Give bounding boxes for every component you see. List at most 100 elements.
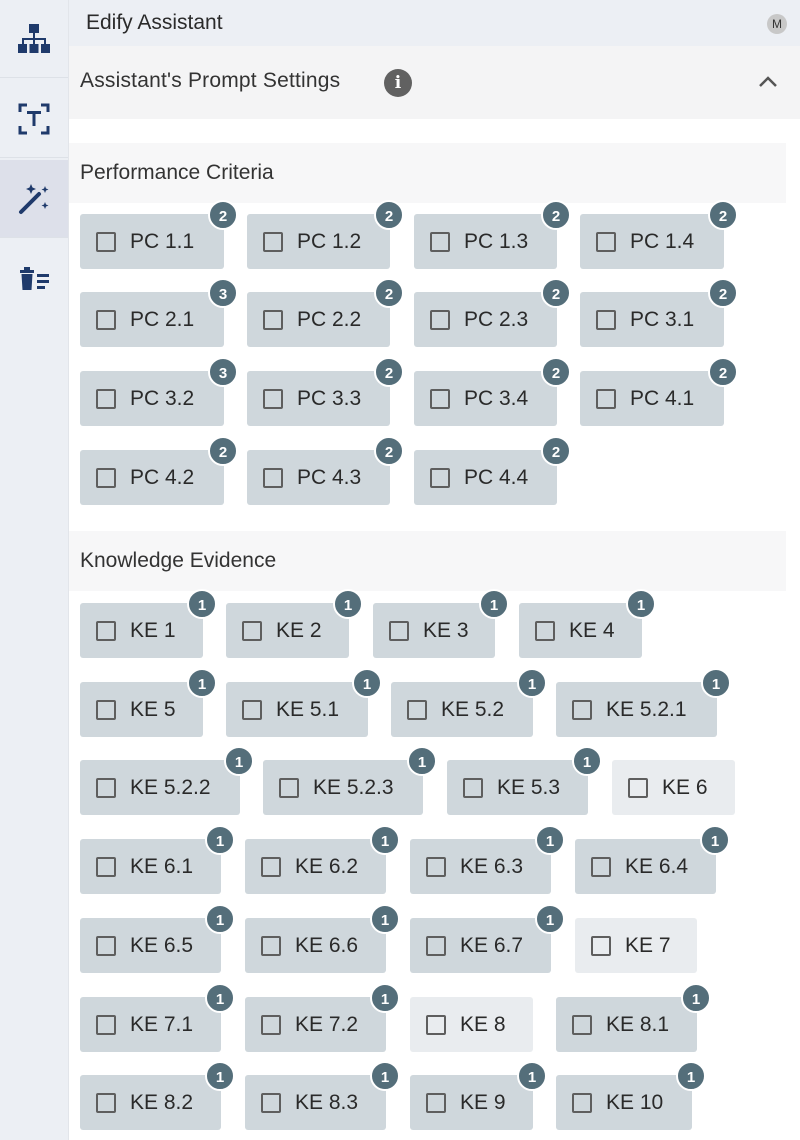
checkbox[interactable]: [591, 856, 611, 877]
pc-chip[interactable]: PC 3.3 2: [247, 357, 404, 426]
checkbox[interactable]: [407, 699, 427, 720]
ke-chip[interactable]: KE 5.2.3 1: [263, 746, 437, 815]
checkbox[interactable]: [572, 699, 592, 720]
checkbox[interactable]: [96, 699, 116, 720]
checkbox[interactable]: [242, 699, 262, 720]
checkbox[interactable]: [572, 1092, 592, 1113]
ke-chip[interactable]: KE 6.1 1: [80, 825, 235, 894]
checkbox[interactable]: [96, 1092, 116, 1113]
checkbox[interactable]: [596, 309, 616, 330]
pc-chip[interactable]: PC 1.4 2: [580, 200, 738, 269]
app-window: Edify Assistant M Assistant's Prompt Set…: [0, 0, 800, 1140]
ke-chip[interactable]: KE 5.2.1 1: [556, 668, 731, 737]
checkbox[interactable]: [96, 777, 116, 798]
pc-chip[interactable]: PC 3.2 3: [80, 357, 238, 426]
ke-chip[interactable]: KE 7.1 1: [80, 983, 235, 1052]
ke-chip[interactable]: KE 8.3 1: [245, 1061, 400, 1130]
rail-item-text[interactable]: [0, 80, 68, 158]
checkbox[interactable]: [263, 467, 283, 488]
ke-chip[interactable]: KE 1 1: [80, 589, 217, 658]
checkbox[interactable]: [261, 1092, 281, 1113]
checkbox[interactable]: [263, 309, 283, 330]
checkbox[interactable]: [389, 620, 409, 641]
avatar[interactable]: M: [767, 14, 787, 34]
ke-chip[interactable]: KE 6: [612, 760, 735, 815]
checkbox[interactable]: [261, 935, 281, 956]
count-badge: 1: [681, 983, 711, 1013]
rail-item-assistant[interactable]: [0, 160, 68, 238]
checkbox[interactable]: [263, 388, 283, 409]
checkbox[interactable]: [430, 388, 450, 409]
ke-chip-label: KE 2: [276, 618, 322, 642]
checkbox[interactable]: [96, 620, 116, 641]
info-icon[interactable]: i: [384, 69, 412, 97]
pc-chip[interactable]: PC 1.3 2: [414, 200, 571, 269]
ke-chip[interactable]: KE 2 1: [226, 589, 363, 658]
ke-chip[interactable]: KE 8.1 1: [556, 983, 711, 1052]
pc-chip[interactable]: PC 4.2 2: [80, 436, 238, 505]
checkbox[interactable]: [572, 1014, 592, 1035]
pc-chip[interactable]: PC 3.1 2: [580, 278, 738, 347]
checkbox[interactable]: [261, 1014, 281, 1035]
pc-chip[interactable]: PC 4.1 2: [580, 357, 738, 426]
checkbox[interactable]: [596, 231, 616, 252]
checkbox[interactable]: [426, 1014, 446, 1035]
pc-chip[interactable]: PC 1.1 2: [80, 200, 238, 269]
checkbox[interactable]: [96, 856, 116, 877]
ke-chip[interactable]: KE 6.7 1: [410, 904, 565, 973]
checkbox[interactable]: [591, 935, 611, 956]
rail-item-delete[interactable]: [0, 240, 68, 318]
ke-chip[interactable]: KE 4 1: [519, 589, 656, 658]
ke-chip[interactable]: KE 9 1: [410, 1061, 547, 1130]
checkbox[interactable]: [535, 620, 555, 641]
checkbox[interactable]: [96, 309, 116, 330]
checkbox[interactable]: [426, 935, 446, 956]
rail-item-structure[interactable]: [0, 0, 68, 78]
ke-chip[interactable]: KE 3 1: [373, 589, 509, 658]
ke-chip[interactable]: KE 6.3 1: [410, 825, 565, 894]
checkbox[interactable]: [426, 1092, 446, 1113]
checkbox[interactable]: [463, 777, 483, 798]
ke-chip[interactable]: KE 6.6 1: [245, 904, 400, 973]
checkbox[interactable]: [426, 856, 446, 877]
checkbox[interactable]: [430, 231, 450, 252]
checkbox[interactable]: [96, 935, 116, 956]
checkbox[interactable]: [279, 777, 299, 798]
ke-chip[interactable]: KE 5.3 1: [447, 746, 602, 815]
pc-chip[interactable]: PC 4.4 2: [414, 436, 571, 505]
pc-chip[interactable]: PC 1.2 2: [247, 200, 404, 269]
pc-chip[interactable]: PC 3.4 2: [414, 357, 571, 426]
ke-chip-label: KE 7: [625, 933, 671, 957]
ke-chip[interactable]: KE 6.5 1: [80, 904, 235, 973]
checkbox[interactable]: [263, 231, 283, 252]
checkbox[interactable]: [596, 388, 616, 409]
pc-chip[interactable]: PC 2.2 2: [247, 278, 404, 347]
ke-chip[interactable]: KE 6.2 1: [245, 825, 400, 894]
chevron-up-icon[interactable]: [758, 74, 778, 88]
ke-chip[interactable]: KE 5.2 1: [391, 668, 547, 737]
ke-chip[interactable]: KE 10 1: [556, 1061, 706, 1130]
pc-chip[interactable]: PC 2.1 3: [80, 278, 238, 347]
checkbox[interactable]: [628, 777, 648, 798]
checkbox[interactable]: [430, 309, 450, 330]
ke-chip[interactable]: KE 8.2 1: [80, 1061, 235, 1130]
checkbox[interactable]: [261, 856, 281, 877]
prompt-settings-header[interactable]: Assistant's Prompt Settings i: [69, 46, 800, 119]
ke-chip[interactable]: KE 7.2 1: [245, 983, 400, 1052]
ke-chip[interactable]: KE 8: [410, 997, 533, 1052]
ke-chip-label: KE 7.2: [295, 1012, 359, 1036]
checkbox[interactable]: [242, 620, 262, 641]
ke-chip[interactable]: KE 5 1: [80, 668, 217, 737]
checkbox[interactable]: [96, 1014, 116, 1035]
pc-chip[interactable]: PC 4.3 2: [247, 436, 404, 505]
ke-chip[interactable]: KE 7: [575, 918, 697, 973]
ke-chip[interactable]: KE 6.4 1: [575, 825, 730, 894]
pc-chip[interactable]: PC 2.3 2: [414, 278, 571, 347]
checkbox[interactable]: [96, 388, 116, 409]
pc-chip-label: PC 4.4: [464, 465, 529, 489]
checkbox[interactable]: [96, 467, 116, 488]
checkbox[interactable]: [96, 231, 116, 252]
checkbox[interactable]: [430, 467, 450, 488]
ke-chip[interactable]: KE 5.1 1: [226, 668, 382, 737]
ke-chip[interactable]: KE 5.2.2 1: [80, 746, 254, 815]
